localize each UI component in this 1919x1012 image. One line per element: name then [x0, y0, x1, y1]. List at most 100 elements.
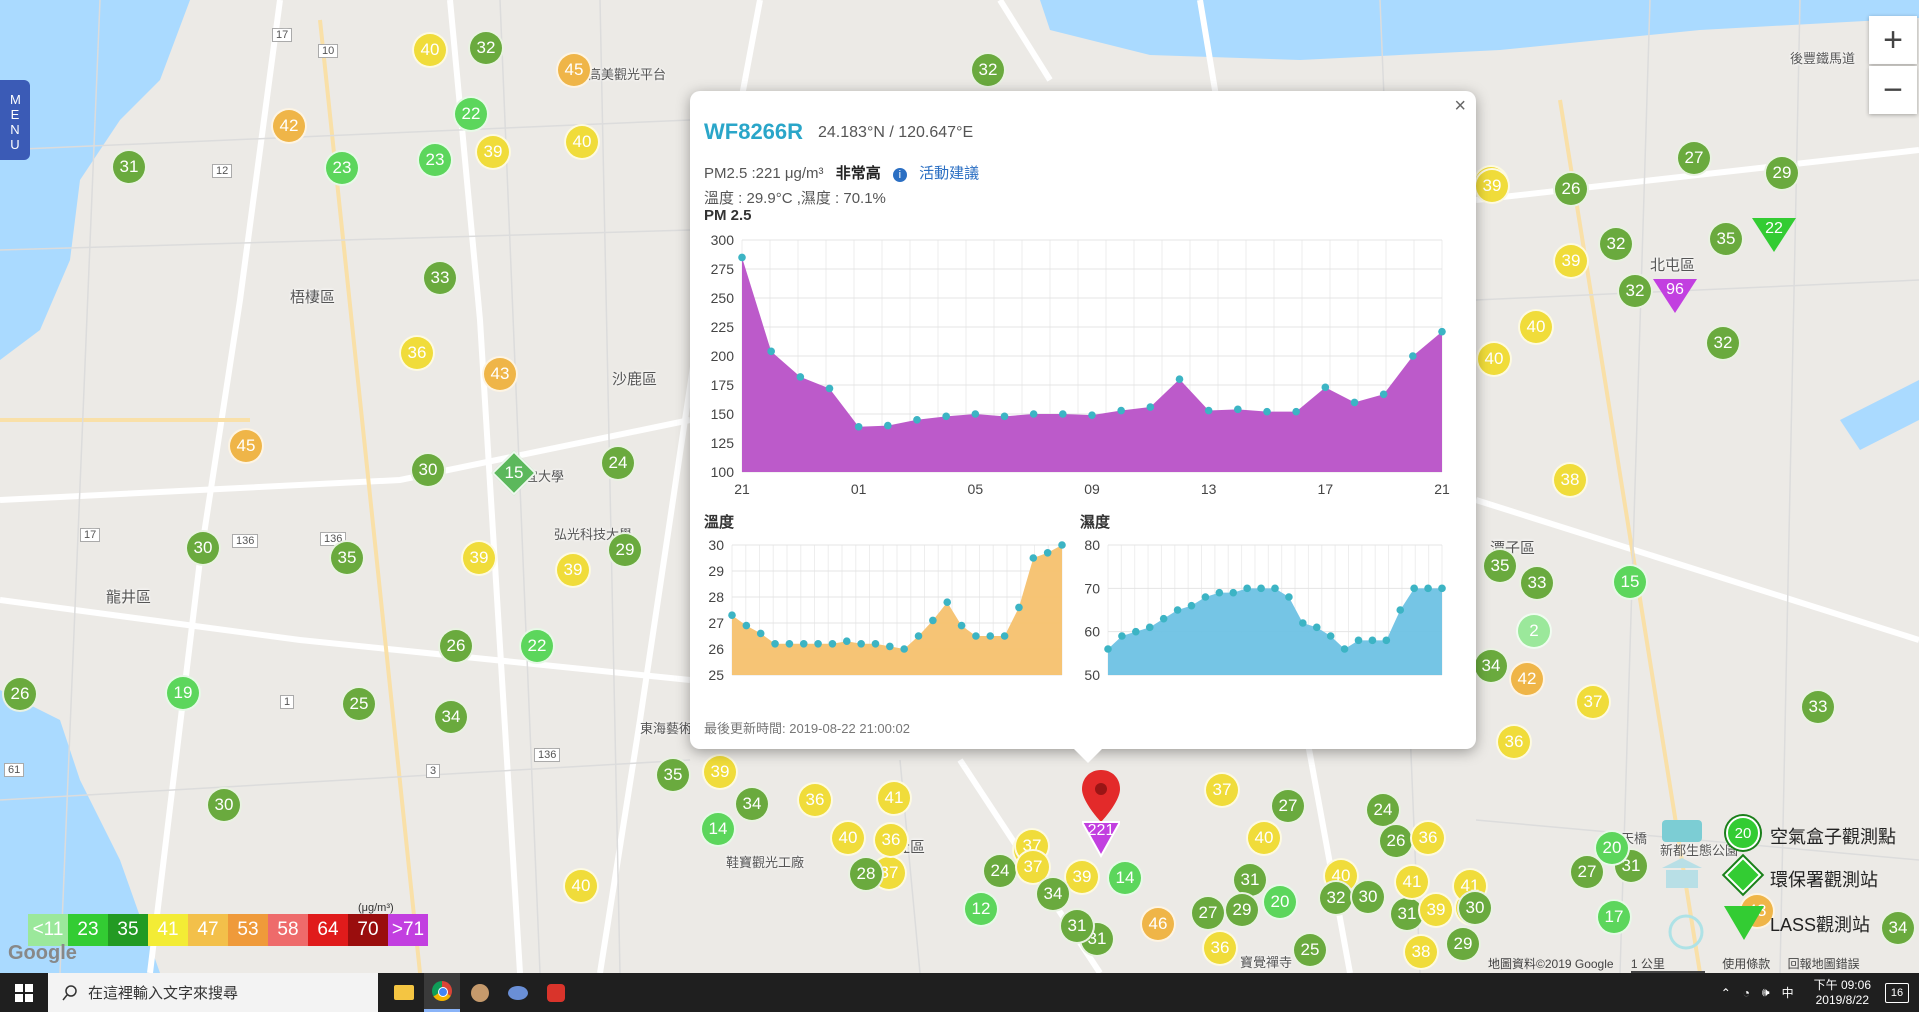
- zoom-out-button[interactable]: −: [1869, 66, 1917, 114]
- airbox-station-marker[interactable]: 45: [556, 52, 592, 88]
- airbox-station-marker[interactable]: 15: [1612, 564, 1648, 600]
- airbox-station-marker[interactable]: 40: [563, 868, 599, 904]
- app-icon-palette[interactable]: [500, 973, 536, 1012]
- airbox-station-marker[interactable]: 40: [1246, 820, 1282, 856]
- airbox-station-marker[interactable]: 22: [519, 628, 555, 664]
- airbox-station-marker[interactable]: 19: [165, 675, 201, 711]
- airbox-station-marker[interactable]: 39: [461, 540, 497, 576]
- airbox-station-marker[interactable]: 35: [1482, 548, 1518, 584]
- airbox-station-marker[interactable]: 40: [564, 124, 600, 160]
- airbox-station-marker[interactable]: 41: [876, 780, 912, 816]
- airbox-station-marker[interactable]: 23: [324, 150, 360, 186]
- poi-label[interactable]: 東海藝術: [640, 718, 692, 737]
- poi-label[interactable]: 高美觀光平台: [588, 64, 666, 83]
- terms-link[interactable]: 使用條款: [1722, 957, 1770, 971]
- menu-button[interactable]: MENU: [0, 80, 30, 160]
- airbox-station-marker[interactable]: 36: [873, 822, 909, 858]
- airbox-station-marker[interactable]: 14: [700, 811, 736, 847]
- airbox-station-marker[interactable]: 46: [1140, 906, 1176, 942]
- airbox-station-marker[interactable]: 34: [1473, 648, 1509, 684]
- start-button[interactable]: [0, 973, 48, 1012]
- airbox-station-marker[interactable]: 35: [655, 757, 691, 793]
- airbox-station-marker[interactable]: 29: [1764, 155, 1800, 191]
- airbox-station-marker[interactable]: 29: [607, 532, 643, 568]
- airbox-station-marker[interactable]: 2: [1516, 613, 1552, 649]
- airbox-station-marker[interactable]: 34: [433, 699, 469, 735]
- notification-icon[interactable]: 16: [1885, 982, 1909, 1003]
- zoom-in-button[interactable]: +: [1869, 16, 1917, 64]
- taskbar-search-box[interactable]: 在這裡輸入文字來搜尋: [48, 973, 378, 1012]
- app-icon-paint[interactable]: [462, 973, 498, 1012]
- airbox-station-marker[interactable]: 39: [475, 134, 511, 170]
- airbox-station-marker[interactable]: 25: [341, 686, 377, 722]
- airbox-station-marker[interactable]: 17: [1596, 899, 1632, 935]
- airbox-station-marker[interactable]: 39: [1553, 243, 1589, 279]
- report-error-link[interactable]: 回報地圖錯誤: [1788, 957, 1860, 971]
- lass-station-marker[interactable]: 96: [1653, 279, 1697, 313]
- airbox-station-marker[interactable]: 31: [111, 149, 147, 185]
- airbox-station-marker[interactable]: 36: [1410, 820, 1446, 856]
- airbox-station-marker[interactable]: 24: [982, 853, 1018, 889]
- airbox-station-marker[interactable]: 40: [412, 32, 448, 68]
- taskbar-clock[interactable]: 下午 09:06 2019/8/22: [1814, 978, 1871, 1008]
- airbox-station-marker[interactable]: 36: [1202, 930, 1238, 966]
- airbox-station-marker[interactable]: 40: [1518, 309, 1554, 345]
- airbox-station-marker[interactable]: 40: [1476, 341, 1512, 377]
- airbox-station-marker[interactable]: 23: [417, 142, 453, 178]
- airbox-station-marker[interactable]: 30: [1350, 879, 1386, 915]
- chrome-icon[interactable]: [424, 973, 460, 1012]
- airbox-station-marker[interactable]: 30: [410, 452, 446, 488]
- airbox-station-marker[interactable]: 32: [970, 52, 1006, 88]
- ime-indicator[interactable]: 中: [1782, 984, 1794, 1001]
- network-icon[interactable]: ◔: [1743, 986, 1750, 1000]
- airbox-station-marker[interactable]: 39: [555, 552, 591, 588]
- airbox-station-marker[interactable]: 43: [482, 356, 518, 392]
- airbox-station-marker[interactable]: 20: [1594, 830, 1630, 866]
- airbox-station-marker[interactable]: 25: [1292, 932, 1328, 968]
- map-scale-label[interactable]: 1 公里: [1630, 957, 1705, 973]
- lass-station-marker[interactable]: 22: [1752, 218, 1796, 252]
- volume-icon[interactable]: 🕪: [1762, 985, 1770, 1000]
- airbox-station-marker[interactable]: 32: [1318, 880, 1354, 916]
- airbox-station-marker[interactable]: 24: [600, 445, 636, 481]
- airbox-station-marker[interactable]: 22: [453, 96, 489, 132]
- tray-chevron-icon[interactable]: ⌃: [1721, 986, 1731, 1000]
- selected-station-pin[interactable]: 221: [1080, 770, 1122, 865]
- airbox-station-marker[interactable]: 26: [438, 628, 474, 664]
- airbox-station-marker[interactable]: 26: [2, 676, 38, 712]
- airbox-station-marker[interactable]: 38: [1552, 462, 1588, 498]
- airbox-station-marker[interactable]: 32: [1598, 226, 1634, 262]
- airbox-station-marker[interactable]: 30: [185, 530, 221, 566]
- airbox-station-marker[interactable]: 33: [422, 260, 458, 296]
- airbox-station-marker[interactable]: 40: [830, 820, 866, 856]
- airbox-station-marker[interactable]: 45: [228, 428, 264, 464]
- airbox-station-marker[interactable]: 31: [1059, 908, 1095, 944]
- airbox-station-marker[interactable]: 27: [1676, 140, 1712, 176]
- airbox-station-marker[interactable]: 29: [1445, 926, 1481, 962]
- app-icon-red[interactable]: [538, 973, 574, 1012]
- airbox-station-marker[interactable]: 26: [1378, 823, 1414, 859]
- airbox-station-marker[interactable]: 14: [1107, 860, 1143, 896]
- airbox-station-marker[interactable]: 30: [1457, 890, 1493, 926]
- airbox-station-marker[interactable]: 37: [1575, 684, 1611, 720]
- airbox-station-marker[interactable]: 37: [1204, 772, 1240, 808]
- airbox-station-marker[interactable]: 39: [702, 754, 738, 790]
- airbox-station-marker[interactable]: 33: [1519, 565, 1555, 601]
- file-explorer-icon[interactable]: [386, 973, 422, 1012]
- airbox-station-marker[interactable]: 32: [468, 30, 504, 66]
- airbox-station-marker[interactable]: 12: [963, 891, 999, 927]
- airbox-station-marker[interactable]: 20: [1262, 884, 1298, 920]
- airbox-station-marker[interactable]: 27: [1190, 895, 1226, 931]
- poi-label[interactable]: 鞋寶觀光工廠: [726, 852, 804, 871]
- poi-label[interactable]: 後豐鐵馬道: [1790, 48, 1855, 67]
- poi-label[interactable]: 寶覺禪寺: [1240, 952, 1292, 971]
- airbox-station-marker[interactable]: 27: [1270, 788, 1306, 824]
- airbox-station-marker[interactable]: 35: [1708, 221, 1744, 257]
- airbox-station-marker[interactable]: 32: [1617, 273, 1653, 309]
- airbox-station-marker[interactable]: 30: [206, 787, 242, 823]
- airbox-station-marker[interactable]: 36: [1496, 724, 1532, 760]
- airbox-station-marker[interactable]: 42: [271, 108, 307, 144]
- airbox-station-marker[interactable]: 36: [399, 335, 435, 371]
- airbox-station-marker[interactable]: 38: [1403, 934, 1439, 970]
- airbox-station-marker[interactable]: 34: [1035, 876, 1071, 912]
